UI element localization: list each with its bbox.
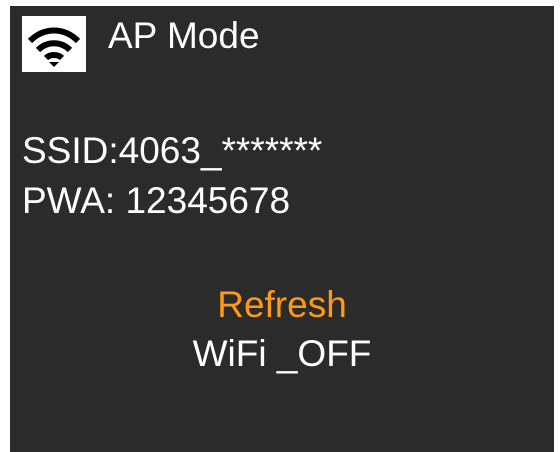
wifi-icon <box>22 16 86 72</box>
wifi-off-button[interactable]: WiFi _OFF <box>10 333 554 375</box>
password-text: PWA: 12345678 <box>22 180 291 221</box>
page-title: AP Mode <box>108 15 260 56</box>
refresh-button[interactable]: Refresh <box>10 284 554 326</box>
device-screen: AP Mode SSID:4063_******* PWA: 12345678 … <box>10 6 554 452</box>
ssid-text: SSID:4063_******* <box>22 130 323 171</box>
